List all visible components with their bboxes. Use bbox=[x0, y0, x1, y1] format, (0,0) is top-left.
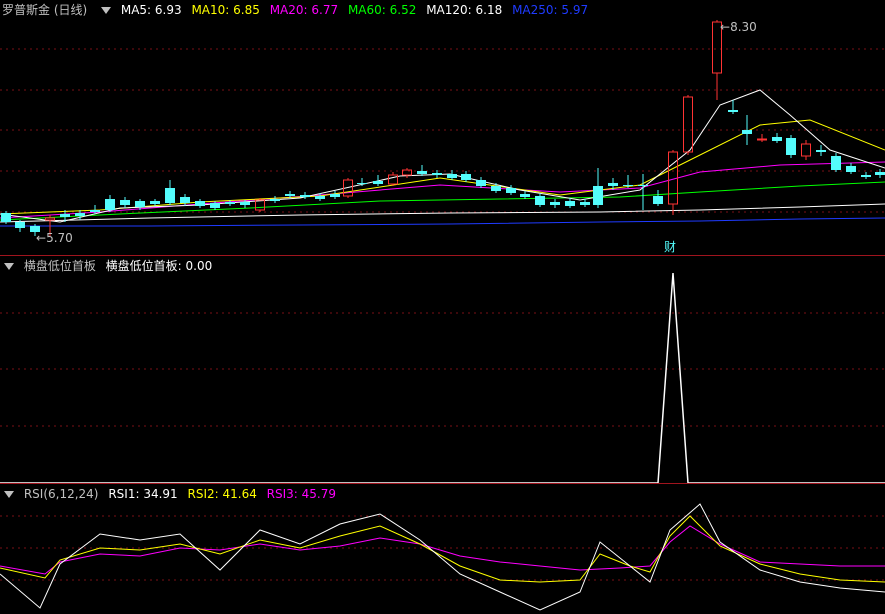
candle-body bbox=[757, 138, 767, 141]
candle-body bbox=[638, 185, 648, 186]
low-price-label: ←5.70 bbox=[36, 231, 73, 245]
ma60-label: MA60: 6.52 bbox=[347, 3, 417, 17]
price-chart bbox=[0, 20, 885, 236]
signal-line bbox=[0, 272, 885, 483]
candle-body bbox=[45, 217, 55, 221]
ma120-label: MA120: 6.18 bbox=[426, 3, 503, 17]
candle-body bbox=[565, 201, 575, 206]
collapse-triangle-icon[interactable] bbox=[4, 490, 14, 498]
candle-body bbox=[491, 186, 501, 191]
candle-body bbox=[90, 210, 100, 212]
candle-body bbox=[373, 181, 383, 184]
candle-body bbox=[165, 188, 175, 203]
candle-body bbox=[550, 202, 560, 205]
rsi-legend: RSI(6,12,24) RSI1: 34.91 RSI2: 41.64 RSI… bbox=[0, 484, 342, 504]
rsi2-line bbox=[0, 515, 885, 583]
candle-body bbox=[240, 202, 250, 205]
rsi-pane[interactable]: RSI(6,12,24) RSI1: 34.91 RSI2: 41.64 RSI… bbox=[0, 484, 885, 614]
rsi2-label: RSI2: 41.64 bbox=[187, 487, 257, 501]
candle-body bbox=[861, 175, 871, 177]
candle-body bbox=[1, 213, 11, 222]
ma5-line bbox=[0, 89, 885, 223]
candle-body bbox=[875, 172, 885, 175]
indicator-value-label: 横盘低位首板: 0.00 bbox=[105, 259, 213, 273]
candle-body bbox=[653, 196, 663, 204]
ma20-label: MA20: 6.77 bbox=[269, 3, 339, 17]
candle-body bbox=[461, 174, 471, 180]
candle-body bbox=[270, 199, 280, 201]
candle-body bbox=[285, 194, 295, 196]
candle-body bbox=[135, 201, 145, 207]
collapse-triangle-icon[interactable] bbox=[4, 262, 14, 270]
collapse-triangle-icon[interactable] bbox=[101, 6, 112, 14]
candle-body bbox=[210, 203, 220, 208]
indicator-pane[interactable]: 横盘低位首板 横盘低位首板: 0.00 bbox=[0, 256, 885, 483]
high-price-label: ←8.30 bbox=[720, 20, 757, 34]
indicator-chart bbox=[0, 272, 885, 483]
rsi-title: RSI(6,12,24) bbox=[23, 487, 99, 501]
candle-body bbox=[742, 130, 752, 134]
price-legend: 罗普斯金 (日线) MA5: 6.93 MA10: 6.85 MA20: 6.7… bbox=[0, 0, 594, 20]
candle-body bbox=[786, 138, 796, 155]
candle-body bbox=[608, 183, 618, 186]
candle-body bbox=[357, 183, 367, 184]
candle-body bbox=[300, 195, 310, 197]
candle-body bbox=[535, 196, 545, 205]
candle-body bbox=[683, 96, 693, 153]
candle-body bbox=[75, 213, 85, 216]
candle-body bbox=[150, 201, 160, 204]
candle-body bbox=[728, 110, 738, 112]
ma20-line bbox=[0, 161, 885, 219]
candle-body bbox=[801, 143, 811, 157]
candle-body bbox=[120, 200, 130, 205]
rsi3-label: RSI3: 45.79 bbox=[266, 487, 337, 501]
candle-body bbox=[520, 194, 530, 197]
candle-body bbox=[105, 199, 115, 210]
candle-body bbox=[432, 173, 442, 175]
candle-body bbox=[816, 150, 826, 152]
candle-body bbox=[506, 188, 516, 193]
candle-body bbox=[315, 196, 325, 199]
candle-body bbox=[623, 185, 633, 186]
candle-body bbox=[476, 180, 486, 186]
event-tag[interactable]: 财 bbox=[664, 238, 676, 255]
candle-body bbox=[846, 166, 856, 172]
candle-body bbox=[330, 194, 340, 197]
candle-body bbox=[417, 171, 427, 174]
rsi1-label: RSI1: 34.91 bbox=[108, 487, 178, 501]
candle-body bbox=[225, 202, 235, 204]
ma250-label: MA250: 5.97 bbox=[512, 3, 589, 17]
ma5-label: MA5: 6.93 bbox=[120, 3, 182, 17]
candle-body bbox=[831, 156, 841, 170]
candle-body bbox=[195, 201, 205, 206]
candle-body bbox=[772, 137, 782, 141]
candle-body bbox=[15, 222, 25, 228]
indicator-title: 横盘低位首板 bbox=[23, 259, 96, 273]
ma60-line bbox=[0, 181, 885, 221]
candle-body bbox=[180, 197, 190, 203]
candle-body bbox=[447, 174, 457, 178]
indicator-legend: 横盘低位首板 横盘低位首板: 0.00 bbox=[0, 256, 218, 276]
candle-body bbox=[580, 202, 590, 205]
ma10-label: MA10: 6.85 bbox=[191, 3, 260, 17]
ma250-line bbox=[0, 217, 885, 227]
candle-body bbox=[60, 214, 70, 217]
stock-title: 罗普斯金 (日线) bbox=[2, 3, 88, 17]
rsi1-line bbox=[0, 503, 885, 611]
price-pane[interactable]: 罗普斯金 (日线) MA5: 6.93 MA10: 6.85 MA20: 6.7… bbox=[0, 0, 885, 255]
candle-body bbox=[593, 186, 603, 205]
